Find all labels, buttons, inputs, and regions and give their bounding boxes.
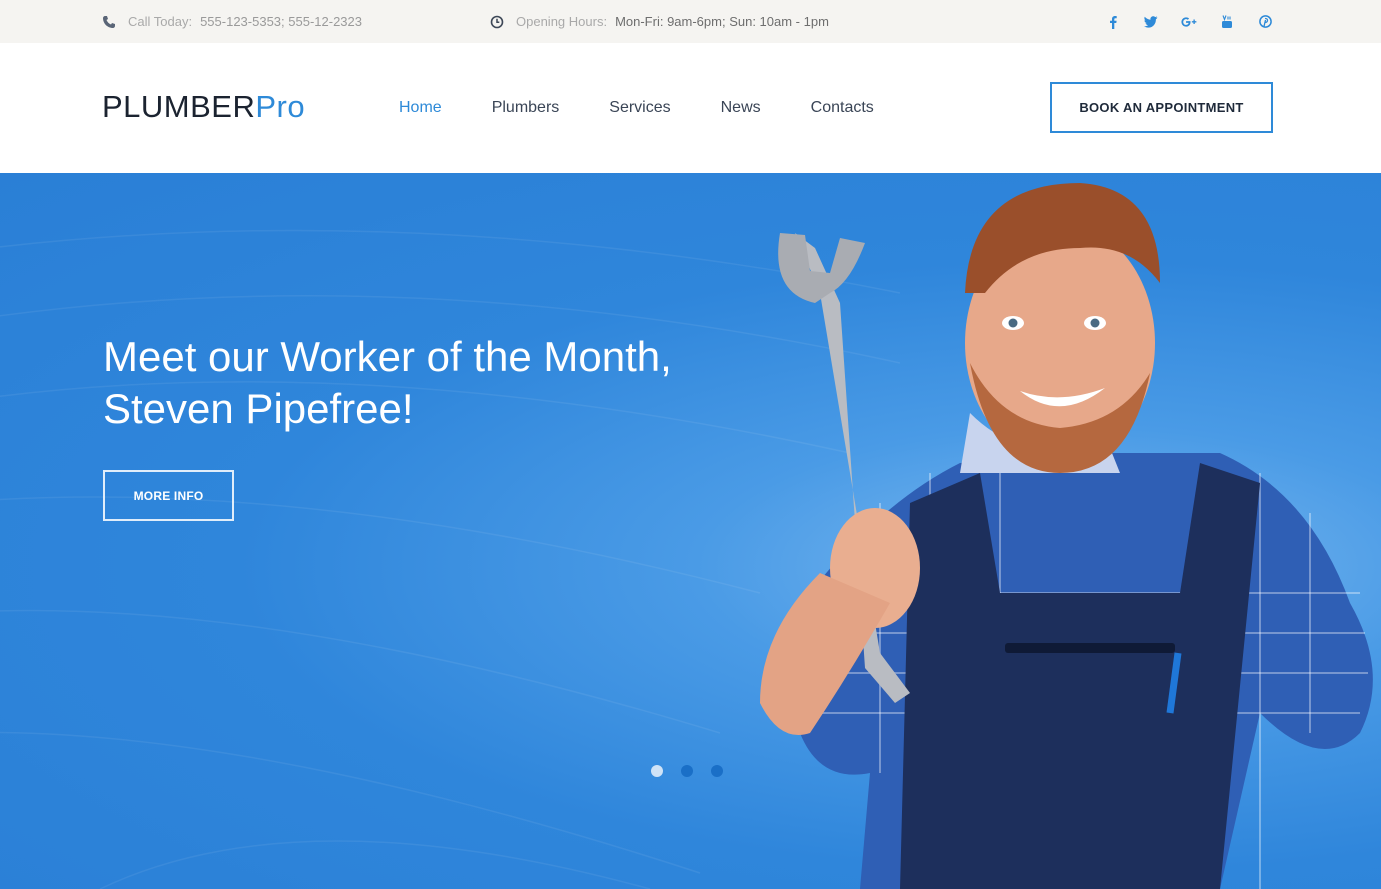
logo-text-pro: Pro bbox=[255, 89, 306, 124]
worker-photo bbox=[760, 183, 1373, 889]
phone-info: Call Today: 555-123-5353; 555-12-2323 bbox=[102, 0, 362, 43]
pinterest-icon[interactable] bbox=[1257, 14, 1273, 30]
slide-dot-1[interactable] bbox=[651, 765, 663, 777]
nav-services[interactable]: Services bbox=[609, 99, 670, 117]
top-info-bar: Call Today: 555-123-5353; 555-12-2323 Op… bbox=[0, 0, 1381, 43]
hero-slider: Meet our Worker of the Month, Steven Pip… bbox=[0, 173, 1381, 889]
phone-label: Call Today: bbox=[128, 14, 193, 29]
site-logo[interactable]: PLUMBERPro bbox=[102, 90, 305, 124]
hero-title-line-2: Steven Pipefree! bbox=[103, 385, 414, 432]
hours-info: Opening Hours: Mon-Fri: 9am-6pm; Sun: 10… bbox=[490, 0, 829, 43]
hero-title: Meet our Worker of the Month, Steven Pip… bbox=[103, 331, 803, 435]
logo-text-plumber: PLUMBER bbox=[102, 89, 256, 124]
google-plus-icon[interactable] bbox=[1181, 14, 1197, 30]
hero-title-line-1: Meet our Worker of the Month, bbox=[103, 333, 672, 380]
twitter-icon[interactable] bbox=[1143, 14, 1159, 30]
more-info-button[interactable]: MORE INFO bbox=[103, 470, 234, 521]
nav-home[interactable]: Home bbox=[399, 99, 442, 117]
hours-label: Opening Hours: bbox=[516, 14, 608, 29]
slide-dot-3[interactable] bbox=[711, 765, 723, 777]
facebook-icon[interactable] bbox=[1105, 14, 1121, 30]
nav-plumbers[interactable]: Plumbers bbox=[492, 99, 560, 117]
youtube-icon[interactable] bbox=[1219, 14, 1235, 30]
nav-news[interactable]: News bbox=[721, 99, 761, 117]
slider-dots bbox=[651, 765, 723, 777]
social-links bbox=[1105, 0, 1273, 43]
phone-icon bbox=[102, 15, 116, 29]
book-appointment-button[interactable]: BOOK AN APPOINTMENT bbox=[1050, 82, 1273, 133]
nav-contacts[interactable]: Contacts bbox=[811, 99, 874, 117]
hours-value: Mon-Fri: 9am-6pm; Sun: 10am - 1pm bbox=[615, 14, 829, 29]
site-header: PLUMBERPro Home Plumbers Services News C… bbox=[0, 43, 1381, 173]
phone-numbers[interactable]: 555-123-5353; 555-12-2323 bbox=[200, 14, 362, 29]
slide-dot-2[interactable] bbox=[681, 765, 693, 777]
main-nav: Home Plumbers Services News Contacts bbox=[399, 43, 924, 173]
clock-icon bbox=[490, 15, 504, 29]
